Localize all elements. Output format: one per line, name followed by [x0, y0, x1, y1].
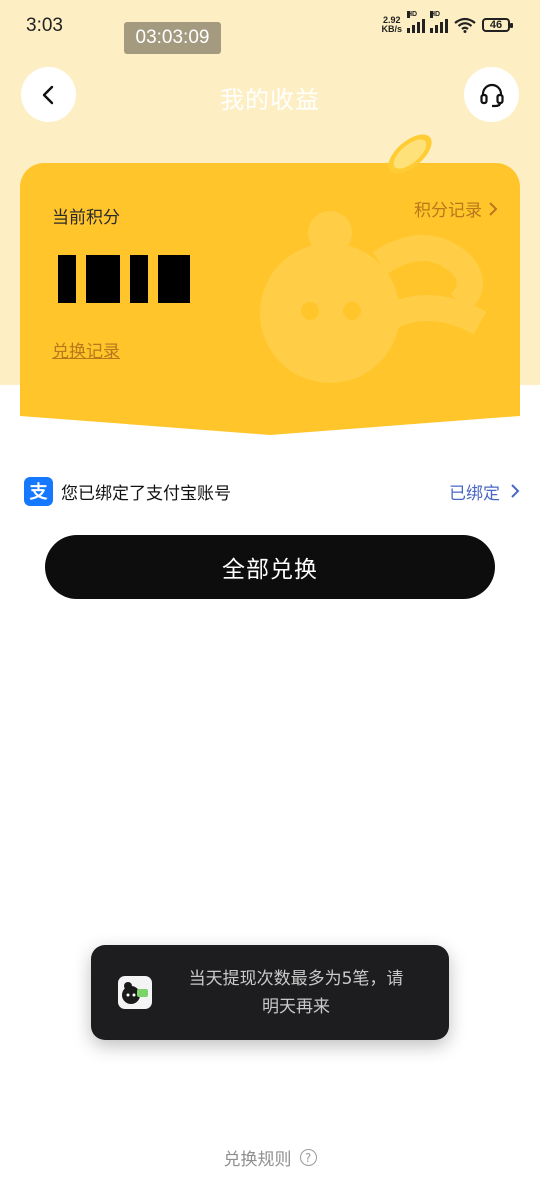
- status-time: 3:03: [26, 15, 63, 36]
- mascot-watermark: [260, 211, 487, 383]
- exchange-record-link[interactable]: 兑换记录: [52, 337, 120, 362]
- page-title: 我的收益: [220, 86, 320, 114]
- points-value-redacted: [58, 255, 190, 303]
- alipay-icon: 支: [24, 476, 53, 506]
- recording-timer: 03:03:09: [124, 22, 221, 54]
- points-label: 当前积分: [52, 208, 120, 228]
- wifi-icon: [454, 17, 476, 33]
- signal-icon: HD: [407, 11, 425, 33]
- status-icons: 2.92 KB/s HD HD 46: [381, 11, 513, 34]
- exchange-all-button[interactable]: 全部兑换: [45, 535, 495, 599]
- network-speed: 2.92 KB/s: [381, 15, 402, 34]
- points-card: 当前积分 积分记录 兑换记录: [20, 163, 520, 435]
- chevron-right-icon: [511, 484, 520, 498]
- signal-icon-2: HD: [430, 11, 448, 33]
- toast-text: 当天提现次数最多为5笔，请 明天再来: [188, 969, 404, 1017]
- headset-icon: [479, 83, 504, 107]
- help-icon: ?: [299, 1149, 317, 1166]
- points-record-link[interactable]: 积分记录: [414, 196, 498, 221]
- battery-icon: 46: [482, 18, 513, 32]
- customer-service-button[interactable]: [464, 67, 519, 122]
- binding-status[interactable]: 已绑定: [449, 479, 520, 504]
- exchange-rules-link[interactable]: 兑换规则 ?: [0, 1145, 540, 1170]
- toast-message: 当天提现次数最多为5笔，请 明天再来: [91, 945, 449, 1040]
- alipay-binding-text: 您已绑定了支付宝账号: [61, 483, 231, 504]
- alipay-binding-row[interactable]: 支 您已绑定了支付宝账号 已绑定: [24, 475, 520, 507]
- app-logo-icon: [118, 976, 152, 1009]
- coin-icon: [388, 134, 432, 174]
- chevron-right-icon: [489, 201, 498, 216]
